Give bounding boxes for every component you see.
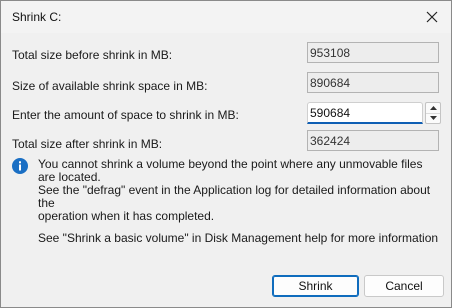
spin-down-button[interactable]: [426, 113, 440, 123]
chevron-up-icon: [429, 106, 437, 110]
info-line-2: See the "defrag" event in the Applicatio…: [38, 183, 431, 210]
shrink-amount-input[interactable]: 590684: [307, 102, 423, 124]
info-line-1: You cannot shrink a volume beyond the po…: [38, 157, 423, 184]
cancel-button[interactable]: Cancel: [364, 275, 444, 297]
total-before-label: Total size before shrink in MB:: [12, 48, 173, 62]
spin-buttons: [425, 102, 441, 124]
total-after-field: 362424: [307, 130, 439, 151]
window-title: Shrink C:: [12, 10, 62, 24]
total-before-field: 953108: [307, 42, 439, 63]
info-message: You cannot shrink a volume beyond the po…: [38, 158, 443, 223]
chevron-down-icon: [429, 116, 437, 120]
shrink-dialog: Shrink C: Total size before shrink in MB…: [0, 0, 452, 308]
total-after-label: Total size after shrink in MB:: [12, 137, 163, 151]
shrink-button[interactable]: Shrink: [272, 275, 359, 297]
shrink-amount-stepper: 590684: [307, 102, 441, 124]
available-shrink-label: Size of available shrink space in MB:: [12, 79, 208, 93]
info-icon: [12, 158, 28, 174]
info-line-3: operation when it has completed.: [38, 209, 215, 223]
close-icon: [426, 11, 438, 23]
close-button[interactable]: [419, 5, 445, 29]
help-text: See "Shrink a basic volume" in Disk Mana…: [38, 231, 439, 245]
title-bar: Shrink C:: [1, 1, 451, 33]
shrink-amount-label: Enter the amount of space to shrink in M…: [12, 108, 239, 122]
available-shrink-field: 890684: [307, 72, 439, 93]
